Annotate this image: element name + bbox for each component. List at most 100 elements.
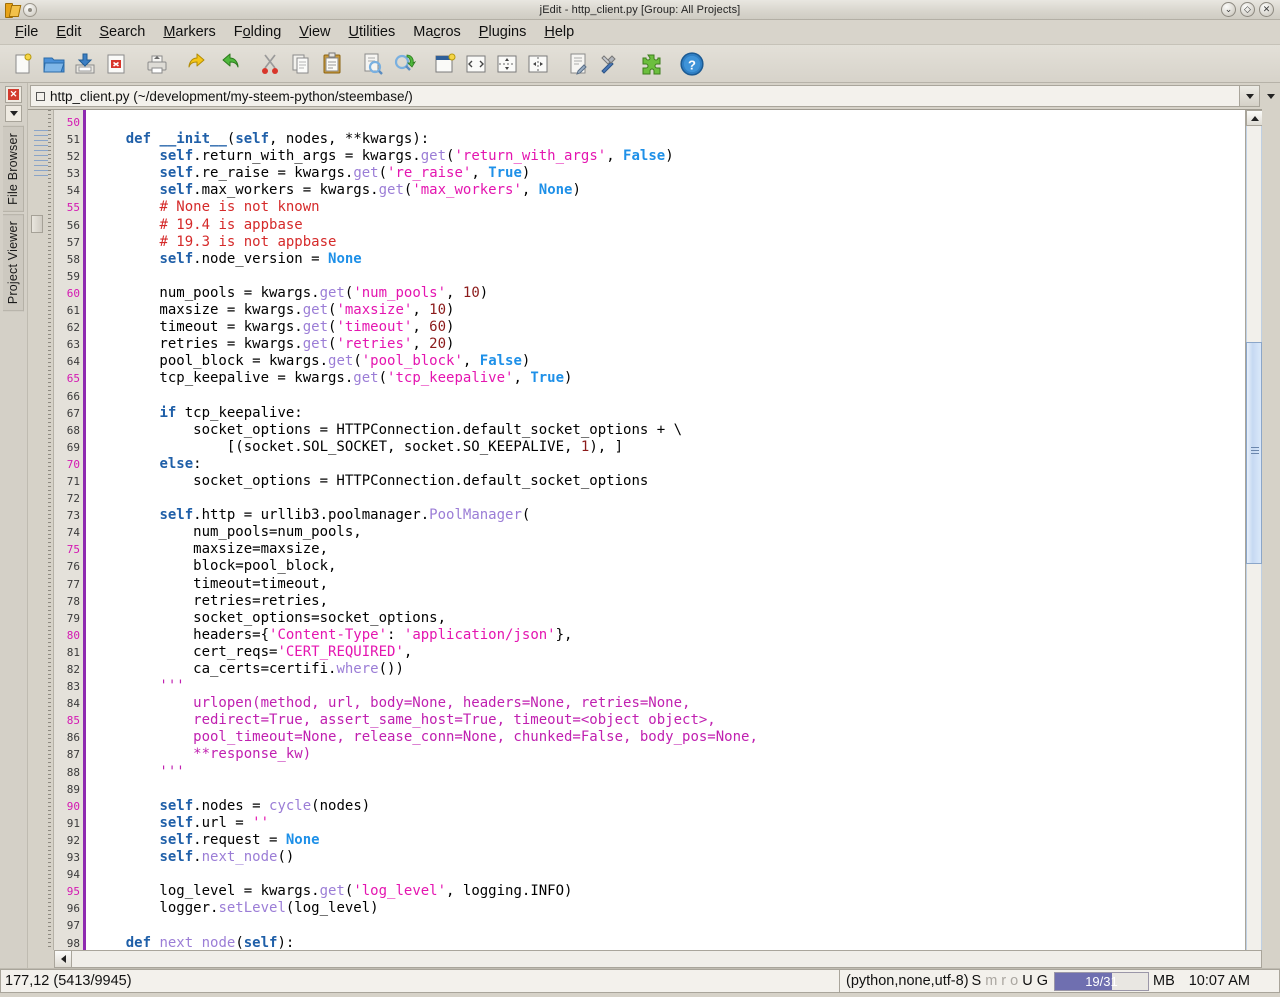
code-line[interactable]: self.url = ''	[92, 815, 1245, 832]
code-line[interactable]: def __init__(self, nodes, **kwargs):	[92, 131, 1245, 148]
code-line[interactable]: ca_certs=certifi.where())	[92, 661, 1245, 678]
code-line[interactable]: pool_block = kwargs.get('pool_block', Fa…	[92, 353, 1245, 370]
code-line[interactable]: self.node_version = None	[92, 251, 1245, 268]
scroll-up-arrow-icon[interactable]	[1246, 110, 1262, 126]
vertical-scrollbar[interactable]	[1245, 110, 1262, 950]
code-line[interactable]: self.nodes = cycle(nodes)	[92, 798, 1245, 815]
code-line[interactable]: # 19.4 is appbase	[92, 217, 1245, 234]
code-line[interactable]: logger.setLevel(log_level)	[92, 900, 1245, 917]
scroll-left-arrow-icon[interactable]	[55, 951, 72, 967]
undo-icon[interactable]	[183, 49, 213, 79]
split-horizontal-icon[interactable]	[492, 49, 522, 79]
status-mode-encoding[interactable]: (python,none,utf-8)	[840, 973, 970, 989]
unsplit-icon[interactable]	[461, 49, 491, 79]
status-toggle-multi-select[interactable]: m	[983, 973, 999, 989]
editor-text-area[interactable]: def __init__(self, nodes, **kwargs): sel…	[86, 110, 1245, 950]
menu-folding[interactable]: Folding	[225, 22, 291, 42]
code-line[interactable]: if tcp_keepalive:	[92, 405, 1245, 422]
dock-splitter[interactable]	[28, 110, 54, 950]
dock-menu-icon[interactable]	[5, 105, 22, 122]
code-line[interactable]: # 19.3 is not appbase	[92, 234, 1245, 251]
cut-icon[interactable]	[255, 49, 285, 79]
code-line[interactable]: cert_reqs='CERT_REQUIRED',	[92, 644, 1245, 661]
code-line[interactable]: headers={'Content-Type': 'application/js…	[92, 627, 1245, 644]
code-line[interactable]: retries=retries,	[92, 593, 1245, 610]
new-file-icon[interactable]	[8, 49, 38, 79]
menu-search[interactable]: Search	[90, 22, 154, 42]
menu-help[interactable]: Help	[535, 22, 583, 42]
code-line[interactable]	[92, 781, 1245, 798]
code-line[interactable]	[92, 866, 1245, 883]
code-line[interactable]: **response_kw)	[92, 746, 1245, 763]
code-line[interactable]: def next_node(self):	[92, 935, 1245, 951]
code-line[interactable]: self.request = None	[92, 832, 1245, 849]
code-line[interactable]: tcp_keepalive = kwargs.get('tcp_keepaliv…	[92, 370, 1245, 387]
code-line[interactable]: socket_options = HTTPConnection.default_…	[92, 473, 1245, 490]
code-line[interactable]: self.return_with_args = kwargs.get('retu…	[92, 148, 1245, 165]
status-toggle-soft-wrap[interactable]: S	[970, 973, 984, 989]
buffer-dropdown-button[interactable]	[1240, 85, 1260, 107]
save-file-icon[interactable]	[70, 49, 100, 79]
code-line[interactable]: self.max_workers = kwargs.get('max_worke…	[92, 182, 1245, 199]
code-line[interactable]	[92, 268, 1245, 285]
code-line[interactable]: '''	[92, 678, 1245, 695]
code-line[interactable]: socket_options=socket_options,	[92, 610, 1245, 627]
new-view-icon[interactable]	[430, 49, 460, 79]
code-line[interactable]: retries = kwargs.get('retries', 20)	[92, 336, 1245, 353]
code-line[interactable]: self.http = urllib3.poolmanager.PoolMana…	[92, 507, 1245, 524]
code-line[interactable]: timeout = kwargs.get('timeout', 60)	[92, 319, 1245, 336]
status-toggle-rect-select[interactable]: r	[999, 973, 1008, 989]
sidebar-tab-file-browser[interactable]: File Browser	[3, 126, 24, 212]
code-line[interactable]: socket_options = HTTPConnection.default_…	[92, 422, 1245, 439]
dock-close-icon[interactable]: ✕	[5, 86, 22, 103]
status-toggle-overwrite[interactable]: o	[1008, 973, 1020, 989]
horizontal-scrollbar[interactable]	[54, 950, 1262, 968]
status-toggle-line-separator[interactable]: U	[1020, 973, 1034, 989]
close-file-icon[interactable]	[101, 49, 131, 79]
split-vertical-icon[interactable]	[523, 49, 553, 79]
code-line[interactable]: num_pools=num_pools,	[92, 524, 1245, 541]
help-icon[interactable]: ?	[677, 49, 707, 79]
menu-markers[interactable]: Markers	[154, 22, 224, 42]
memory-usage-bar[interactable]: 19/31	[1053, 971, 1149, 991]
code-line[interactable]: self.re_raise = kwargs.get('re_raise', T…	[92, 165, 1245, 182]
code-line[interactable]: else:	[92, 456, 1245, 473]
find-icon[interactable]	[358, 49, 388, 79]
maximize-button[interactable]: ◇	[1240, 2, 1255, 17]
code-line[interactable]: '''	[92, 764, 1245, 781]
menu-plugins[interactable]: Plugins	[470, 22, 536, 42]
code-line[interactable]: maxsize=maxsize,	[92, 541, 1245, 558]
code-line[interactable]	[92, 917, 1245, 934]
find-next-icon[interactable]	[389, 49, 419, 79]
editor-gutter[interactable]: 50 51 52 53 54 55 56 57 58 59 60 61 62 63 64 65 66 67 68 69…	[54, 110, 86, 950]
plugin-options-icon[interactable]	[595, 49, 625, 79]
sidebar-tab-project-viewer[interactable]: Project Viewer	[3, 213, 24, 312]
code-line[interactable]: num_pools = kwargs.get('num_pools', 10)	[92, 285, 1245, 302]
menu-edit[interactable]: Edit	[47, 22, 90, 42]
code-line[interactable]: block=pool_block,	[92, 558, 1245, 575]
code-line[interactable]: # None is not known	[92, 199, 1245, 216]
copy-icon[interactable]	[286, 49, 316, 79]
global-options-icon[interactable]	[564, 49, 594, 79]
code-line[interactable]: pool_timeout=None, release_conn=None, ch…	[92, 729, 1245, 746]
code-line[interactable]: maxsize = kwargs.get('maxsize', 10)	[92, 302, 1245, 319]
code-line[interactable]: [(socket.SOL_SOCKET, socket.SO_KEEPALIVE…	[92, 439, 1245, 456]
code-line[interactable]: self.next_node()	[92, 849, 1245, 866]
plugin-manager-icon[interactable]	[636, 49, 666, 79]
code-line[interactable]: log_level = kwargs.get('log_level', logg…	[92, 883, 1245, 900]
code-line[interactable]	[92, 114, 1245, 131]
buffer-path-field[interactable]: http_client.py (~/development/my-steem-p…	[30, 85, 1240, 107]
code-line[interactable]: timeout=timeout,	[92, 576, 1245, 593]
print-icon[interactable]	[142, 49, 172, 79]
vertical-scroll-track-lower[interactable]	[1246, 564, 1262, 950]
menu-file[interactable]: File	[6, 22, 47, 42]
vertical-scroll-track-upper[interactable]	[1246, 126, 1262, 342]
code-line[interactable]	[92, 388, 1245, 405]
paste-icon[interactable]	[317, 49, 347, 79]
close-button[interactable]: ✕	[1259, 2, 1274, 17]
minimize-button[interactable]: ⌄	[1221, 2, 1236, 17]
dock-resize-handle[interactable]	[31, 215, 43, 233]
redo-icon[interactable]	[214, 49, 244, 79]
vertical-scroll-thumb[interactable]	[1246, 342, 1262, 564]
code-line[interactable]	[92, 490, 1245, 507]
